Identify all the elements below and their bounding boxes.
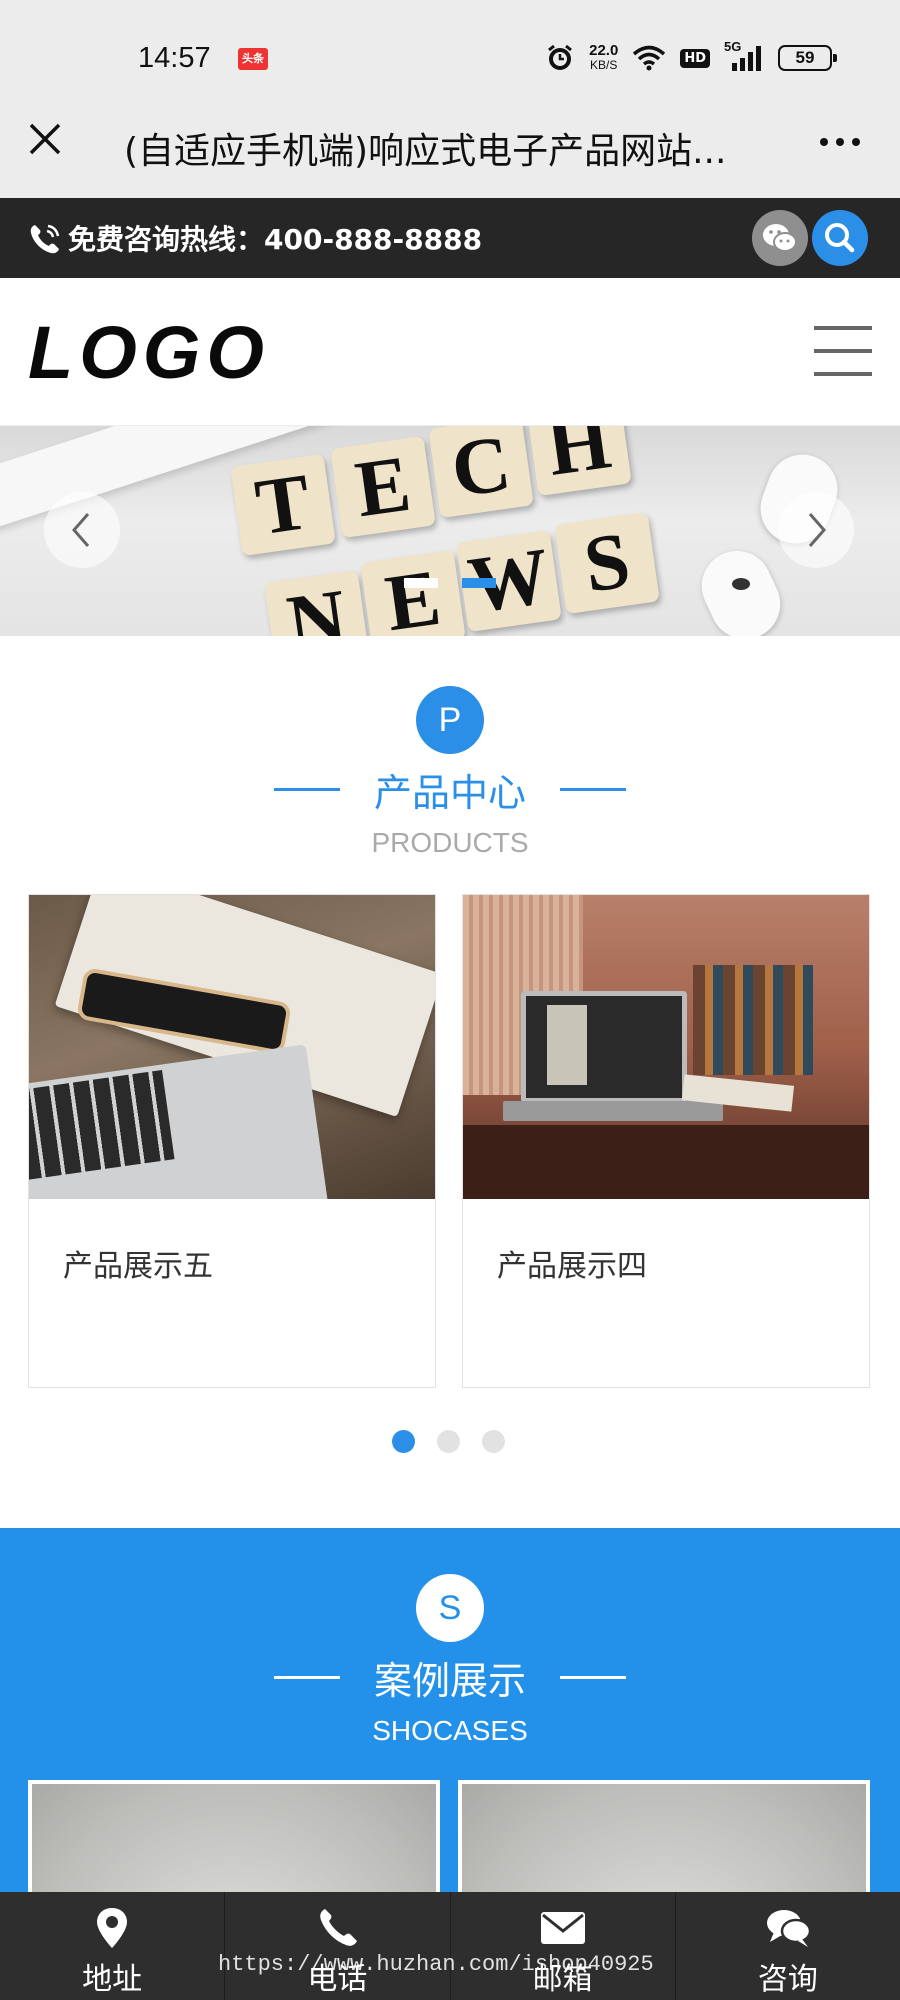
products-badge: P	[416, 686, 484, 754]
banner-dot-active[interactable]	[462, 578, 496, 588]
nav-item-address[interactable]: 地址	[0, 1892, 226, 2000]
chevron-left-icon	[72, 513, 90, 547]
cases-section-heading: S 案例展示 SHOCASES	[0, 1574, 900, 1747]
divider	[560, 1676, 626, 1679]
hotline-text: 免费咨询热线：400-888-8888	[68, 223, 483, 256]
close-icon[interactable]	[28, 122, 62, 156]
product-label: 产品展示五	[63, 1249, 213, 1284]
nav-item-mail[interactable]: 邮箱	[451, 1892, 676, 2000]
cases-subtitle: SHOCASES	[372, 1715, 528, 1746]
wechat-icon	[763, 224, 797, 252]
products-subtitle: PRODUCTS	[371, 827, 529, 858]
nav-item-consult[interactable]: 咨询	[676, 1892, 900, 2000]
banner-next-button[interactable]	[778, 492, 854, 568]
site-header: LOGO	[0, 278, 900, 426]
browser-title-bar: (自适应手机端)响应式电子产品网站...	[0, 100, 900, 198]
mail-icon	[540, 1912, 585, 1944]
app-notification-icon: 头条	[238, 48, 268, 70]
search-icon	[825, 223, 855, 253]
more-options-icon[interactable]	[820, 138, 860, 146]
product-label: 产品展示四	[497, 1249, 647, 1284]
chat-icon	[766, 1910, 812, 1947]
banner-prev-button[interactable]	[44, 492, 120, 568]
banner-image: T E C H N E W S	[0, 426, 900, 636]
page-title: (自适应手机端)响应式电子产品网站...	[124, 131, 727, 172]
banner-dot[interactable]	[404, 578, 438, 588]
wechat-button[interactable]	[752, 210, 808, 266]
product-image	[463, 895, 869, 1199]
nav-label: 咨询	[757, 1962, 818, 1997]
divider	[273, 788, 340, 791]
battery-indicator: 59	[778, 45, 837, 71]
page: 14:57 头条 22.0 KB/S HD 5G 59 (自适应手机端)响应式电子…	[0, 0, 900, 2000]
products-pagination	[392, 1430, 505, 1453]
banner-tile: C	[428, 426, 534, 519]
products-dot[interactable]	[482, 1430, 505, 1453]
search-button[interactable]	[812, 210, 868, 266]
site-logo[interactable]: LOGO	[28, 316, 270, 390]
banner-pagination	[404, 578, 496, 588]
cases-badge: S	[416, 1574, 484, 1642]
product-card[interactable]: 产品展示四	[462, 894, 870, 1388]
nav-item-phone[interactable]: 电话	[225, 1892, 451, 2000]
status-bar: 14:57 头条 22.0 KB/S HD 5G 59	[0, 0, 900, 100]
banner-tile: N	[264, 569, 370, 636]
signal-icon: 5G	[724, 39, 764, 73]
wifi-icon	[633, 45, 666, 71]
alarm-icon	[548, 44, 573, 70]
bottom-navigation: 地址 电话 邮箱 咨询	[0, 1892, 900, 2000]
banner-tile: H	[526, 426, 632, 497]
divider	[273, 1676, 340, 1679]
banner-tile: T	[230, 453, 336, 557]
banner-tile: E	[330, 435, 436, 539]
products-title: 产品中心	[373, 771, 526, 815]
hotline-bar: 免费咨询热线：400-888-8888	[0, 198, 900, 278]
map-pin-icon	[97, 1908, 128, 1948]
status-time: 14:57	[138, 42, 211, 74]
status-icons: 22.0 KB/S HD 5G 59	[545, 39, 837, 76]
product-card[interactable]: 产品展示五	[28, 894, 436, 1388]
chevron-right-icon	[808, 513, 826, 547]
hd-badge: HD	[680, 48, 710, 68]
watermark-text: https://www.huzhan.com/ishop40925	[218, 1952, 654, 1977]
divider	[560, 788, 626, 791]
nav-label: 地址	[82, 1962, 143, 1997]
products-dot[interactable]	[437, 1430, 460, 1453]
phone-call-icon	[30, 224, 60, 254]
banner-tile: S	[554, 511, 660, 615]
product-image	[29, 895, 435, 1199]
menu-button[interactable]	[814, 326, 872, 376]
cases-title: 案例展示	[373, 1659, 526, 1703]
products-dot-active[interactable]	[392, 1430, 415, 1453]
hero-banner: T E C H N E W S	[0, 426, 900, 636]
banner-tile: E	[360, 549, 466, 636]
network-speed: 22.0 KB/S	[589, 42, 619, 72]
phone-icon	[320, 1909, 358, 1946]
products-section-heading: P 产品中心 PRODUCTS	[0, 686, 900, 859]
